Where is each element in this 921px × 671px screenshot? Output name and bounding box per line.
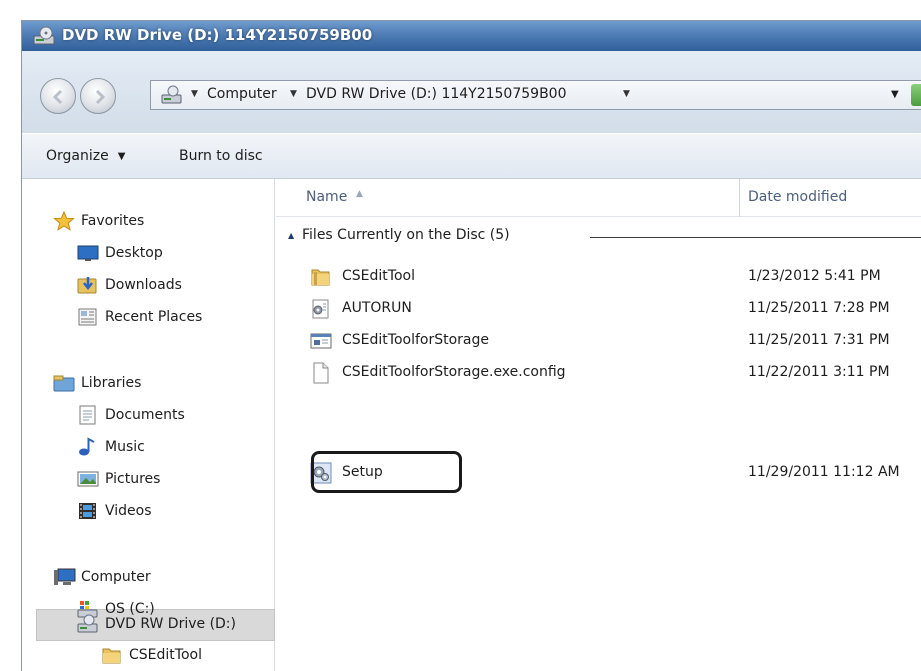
nav-item-music[interactable]: Music (22, 433, 275, 463)
collapse-caret-icon[interactable]: ▲ (288, 231, 294, 240)
downloads-folder-icon (77, 275, 99, 295)
forward-arrow-icon (95, 89, 106, 105)
breadcrumb-arrow-icon[interactable]: ▼ (623, 89, 630, 99)
nav-item-label: Music (105, 439, 145, 455)
recent-places-icon (77, 307, 99, 327)
file-date: 11/25/2011 7:28 PM (748, 300, 890, 316)
command-bar: Organize ▼ Burn to disc (22, 133, 921, 179)
nav-computer[interactable]: Computer (22, 563, 275, 593)
nav-item-label: Recent Places (105, 309, 203, 325)
file-name: CSEditTool (342, 268, 415, 284)
file-row[interactable]: AUTORUN 11/25/2011 7:28 PM (276, 293, 921, 325)
navigation-strip: ▼ Computer ▼ DVD RW Drive (D:) 114Y21507… (22, 51, 921, 133)
file-date: 11/22/2011 3:11 PM (748, 364, 890, 380)
organize-label: Organize (46, 148, 109, 164)
window-title: DVD RW Drive (D:) 114Y2150759B00 (62, 26, 373, 44)
file-name: CSEditToolforStorage (342, 332, 489, 348)
nav-item-cseditool-folder[interactable]: CSEditTool (22, 641, 275, 671)
file-name: CSEditToolforStorage.exe.config (342, 364, 566, 380)
nav-item-label: Videos (105, 503, 152, 519)
organize-button[interactable]: Organize ▼ (46, 148, 125, 164)
back-arrow-icon (52, 89, 63, 105)
dvd-drive-icon (77, 614, 99, 634)
group-divider-line (590, 237, 921, 238)
settings-file-icon (310, 298, 332, 320)
file-name: AUTORUN (342, 300, 412, 316)
file-list: Name ▲ Date modified ▲ Files Currently o… (276, 179, 921, 671)
column-divider[interactable] (739, 179, 740, 217)
setup-highlight-callout (311, 451, 462, 493)
file-row[interactable]: CSEditTool 1/23/2012 5:41 PM (276, 261, 921, 293)
documents-icon (77, 405, 99, 425)
nav-item-label: Downloads (105, 277, 182, 293)
computer-icon (53, 567, 76, 587)
application-icon (310, 330, 332, 352)
forward-button[interactable] (80, 78, 116, 114)
back-button[interactable] (40, 78, 76, 114)
pictures-icon (77, 469, 99, 489)
address-history-dropdown-icon[interactable]: ▼ (891, 89, 899, 100)
nav-item-recent-places[interactable]: Recent Places (22, 303, 275, 333)
navigation-pane: Favorites Desktop Downloads Recent Place… (22, 179, 275, 671)
nav-item-label: DVD RW Drive (D:) (105, 616, 236, 632)
group-header[interactable]: ▲ Files Currently on the Disc (5) (288, 227, 921, 249)
nav-libraries-label: Libraries (81, 375, 142, 391)
file-date: 11/25/2011 7:31 PM (748, 332, 890, 348)
nav-item-videos[interactable]: Videos (22, 497, 275, 527)
nav-item-documents[interactable]: Documents (22, 401, 275, 431)
folder-icon (101, 645, 123, 665)
address-bar[interactable]: ▼ Computer ▼ DVD RW Drive (D:) 114Y21507… (150, 80, 921, 110)
music-note-icon (77, 437, 99, 457)
nav-item-desktop[interactable]: Desktop (22, 239, 275, 269)
file-row[interactable]: CSEditToolforStorage.exe.config 11/22/20… (276, 357, 921, 389)
file-date: 1/23/2012 5:41 PM (748, 268, 881, 284)
nav-libraries[interactable]: Libraries (22, 369, 275, 399)
videos-film-icon (77, 501, 99, 521)
column-header: Name ▲ Date modified (276, 179, 921, 217)
sort-ascending-icon: ▲ (356, 189, 363, 199)
nav-favorites-label: Favorites (81, 213, 145, 229)
folder-icon (310, 266, 332, 288)
breadcrumb-drive[interactable]: DVD RW Drive (D:) 114Y2150759B00 (306, 86, 566, 102)
file-date: 11/29/2011 11:12 AM (748, 464, 900, 480)
star-icon (53, 210, 75, 231)
nav-item-pictures[interactable]: Pictures (22, 465, 275, 495)
explorer-window: DVD RW Drive (D:) 114Y2150759B00 ▼ Compu… (21, 20, 921, 671)
nav-item-dvd-drive[interactable]: DVD RW Drive (D:) (22, 610, 275, 640)
dvd-drive-icon (161, 85, 183, 109)
nav-item-downloads[interactable]: Downloads (22, 271, 275, 301)
desktop-icon (77, 243, 99, 263)
breadcrumb-arrow-icon[interactable]: ▼ (191, 89, 198, 99)
title-bar[interactable]: DVD RW Drive (D:) 114Y2150759B00 (22, 21, 921, 51)
nav-item-label: Pictures (105, 471, 161, 487)
chevron-down-icon: ▼ (117, 151, 126, 162)
nav-item-label: CSEditTool (129, 647, 202, 663)
column-date-header[interactable]: Date modified (748, 189, 847, 205)
file-row[interactable]: CSEditToolforStorage 11/25/2011 7:31 PM (276, 325, 921, 357)
libraries-icon (53, 373, 75, 393)
breadcrumb-computer[interactable]: Computer (207, 86, 277, 102)
nav-item-label: Documents (105, 407, 185, 423)
blank-file-icon (310, 362, 332, 384)
dvd-drive-icon (32, 26, 56, 46)
column-name-header[interactable]: Name (306, 189, 347, 205)
nav-favorites[interactable]: Favorites (22, 207, 275, 237)
breadcrumb-arrow-icon[interactable]: ▼ (290, 89, 297, 99)
refresh-icon[interactable] (911, 84, 921, 106)
nav-item-label: Desktop (105, 245, 163, 261)
group-title: Files Currently on the Disc (5) (302, 227, 510, 243)
nav-computer-label: Computer (81, 569, 151, 585)
burn-to-disc-button[interactable]: Burn to disc (179, 148, 263, 164)
